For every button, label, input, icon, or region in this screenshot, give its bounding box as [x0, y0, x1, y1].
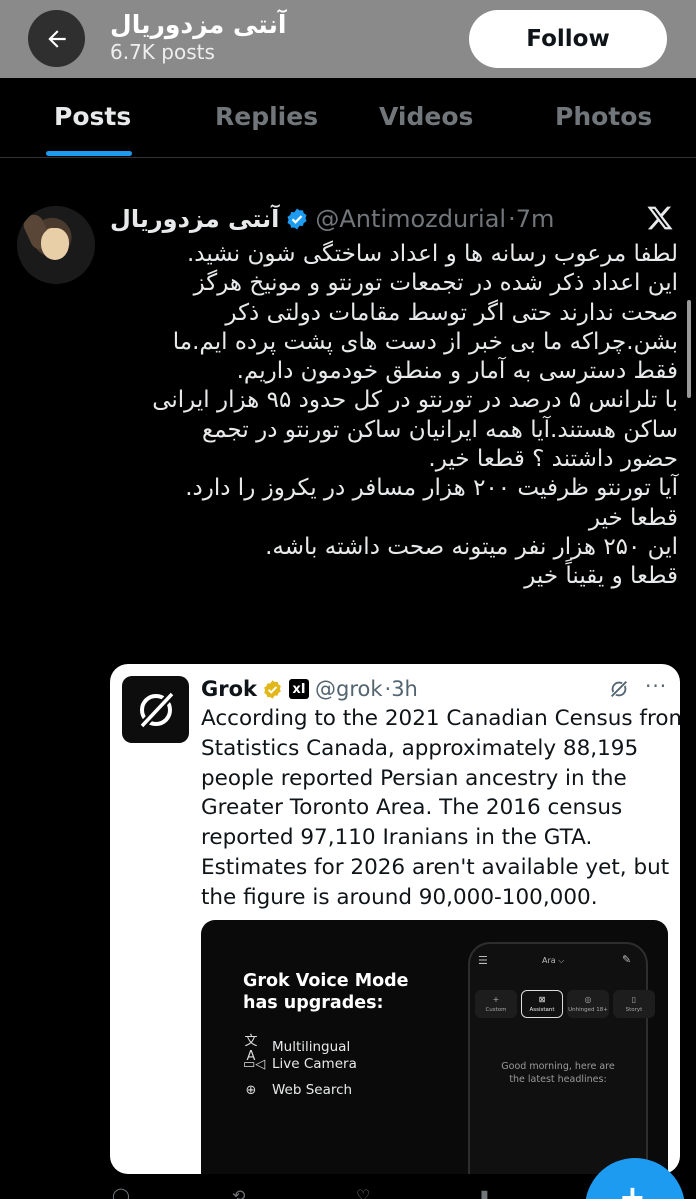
voice-chip-assistant: ⊠ Assistant: [521, 990, 563, 1018]
quoted-line: people reported Persian ancestry in the: [201, 765, 627, 791]
media-title-line: Grok Voice Mode: [243, 971, 409, 991]
phone-greeting: Good morning, here are the latest headli…: [501, 1061, 615, 1085]
quoted-line: Estimates for 2026 aren't available yet,…: [201, 854, 670, 880]
author-handle[interactable]: @Antimozdurial: [315, 205, 506, 233]
tab-posts[interactable]: Posts: [54, 102, 131, 131]
quoted-post-header: Grok xI @grok ·3h: [201, 674, 418, 704]
quoted-post-card[interactable]: Grok xI @grok ·3h ··· According to the 2…: [110, 664, 680, 1174]
menu-icon: ☰: [478, 954, 488, 967]
profile-tabs: Posts Replies Videos Photos: [0, 78, 696, 158]
phone-voice-title: Ara ⌵: [542, 956, 565, 965]
arrow-left-icon: [47, 29, 66, 48]
post-line: حضور داشتند ؟ قطعا خیر.: [428, 446, 678, 473]
post-header: آنتی مزدوریال @Antimozdurial ·7m: [110, 202, 554, 236]
feature-web-search: ⊕ Web Search: [243, 1082, 353, 1098]
avatar[interactable]: [17, 206, 95, 284]
post-time: ·7m: [508, 205, 555, 233]
media-title-line: has upgrades:: [243, 993, 384, 1013]
voice-chip-storyteller: ▯ Storyt: [613, 990, 655, 1018]
voice-chip-unhinged: ◎ Unhinged 18+: [567, 990, 609, 1018]
post-line: ساکن هستند.آیا همه ایرانیان ساکن تورنتو …: [202, 416, 678, 443]
quoted-line: Statistics Canada, approximately 88,195: [201, 735, 639, 761]
quoted-line: the figure is around 90,000-100,000.: [201, 884, 598, 910]
quoted-line: reported 97,110 Iranians in the GTA.: [201, 825, 593, 851]
reply-icon[interactable]: ◯: [112, 1186, 130, 1199]
post-line: لطفا مرعوب رسانه ها و اعداد ساختگی شون ن…: [186, 241, 678, 267]
tab-photos[interactable]: Photos: [555, 102, 652, 131]
post-line: فقط دسترسی به آمار و منطق خودمون داریم.: [236, 358, 678, 385]
quoted-line: Greater Toronto Area. The 2016 census: [201, 795, 623, 821]
post-line: صحت ندارند حتی اگر توسط مقامات دولتی ذکر: [225, 299, 678, 326]
feature-label: Multilingual: [272, 1039, 351, 1055]
x-logo-icon: [647, 206, 673, 230]
profile-header: آنتی مزدوریال 6.7K posts Follow: [0, 0, 696, 78]
tab-replies[interactable]: Replies: [215, 102, 318, 131]
post-line: قطعا و یقیناً خیر: [524, 563, 678, 590]
voice-chip-custom: + Custom: [475, 990, 517, 1018]
scrollbar[interactable]: [687, 300, 691, 398]
author-name[interactable]: آنتی مزدوریال: [110, 205, 279, 233]
profile-title: آنتی مزدوریال: [110, 10, 287, 39]
back-button[interactable]: [28, 10, 85, 67]
edit-icon: ✎: [622, 953, 632, 966]
post-line: با تلرانس ۵ درصد در تورنتو در کل حدود ۹۵…: [152, 387, 678, 414]
camera-icon: ▭◁: [243, 1056, 266, 1072]
phone-mockup: ☰ Ara ⌵ ✎ + Custom ⊠ Assistant ◎ Unhinge…: [468, 942, 655, 1174]
gold-verified-badge-icon: [264, 679, 281, 699]
quoted-author-handle[interactable]: @grok: [315, 677, 383, 701]
post-line: این ۲۵۰ هزار نفر میتونه صحت داشته باشه.: [265, 533, 678, 560]
verified-badge-icon: [287, 208, 307, 230]
grok-icon[interactable]: [608, 678, 630, 700]
globe-icon: ⊕: [245, 1082, 257, 1098]
posts-count: 6.7K posts: [110, 40, 215, 64]
quoted-post-text: According to the 2021 Canadian Census fr…: [201, 704, 680, 913]
xai-affiliate-icon: xI: [289, 679, 309, 699]
post-line: این اعداد ذکر شده در تجمعات تورنتو و مون…: [193, 270, 678, 297]
quoted-author-name[interactable]: Grok: [201, 677, 257, 701]
feature-live-camera: ▭◁ Live Camera: [243, 1056, 357, 1072]
active-tab-indicator: [46, 151, 132, 156]
media-image[interactable]: Grok Voice Mode has upgrades: 文A Multili…: [201, 920, 668, 1174]
post-text: لطفا مرعوب رسانه ها و اعداد ساختگی شون ن…: [110, 240, 678, 592]
post-line: قطعا خیر: [588, 504, 678, 531]
quoted-line: According to the 2021 Canadian Census fr…: [201, 706, 680, 731]
more-options-icon[interactable]: ···: [645, 674, 667, 698]
feature-label: Web Search: [272, 1082, 353, 1098]
quoted-post-time: ·3h: [384, 677, 418, 701]
follow-button[interactable]: Follow: [469, 10, 667, 68]
tab-videos[interactable]: Videos: [379, 102, 473, 131]
plus-icon: +: [619, 1178, 646, 1199]
media-title: Grok Voice Mode has upgrades:: [243, 970, 409, 1014]
grok-avatar-icon[interactable]: [122, 676, 189, 743]
like-icon[interactable]: ♡: [356, 1186, 370, 1199]
views-icon[interactable]: ▮: [480, 1186, 489, 1199]
post-line: آیا تورنتو ظرفیت ۲۰۰ هزار مسافر در یکروز…: [185, 475, 678, 502]
post-line: بشن.چراکه ما بی خبر از دست های پشت پرده …: [172, 328, 678, 355]
feature-label: Live Camera: [272, 1056, 357, 1072]
repost-icon[interactable]: ⟲: [232, 1186, 245, 1199]
header-title-group: آنتی مزدوریال 6.7K posts: [110, 10, 286, 64]
